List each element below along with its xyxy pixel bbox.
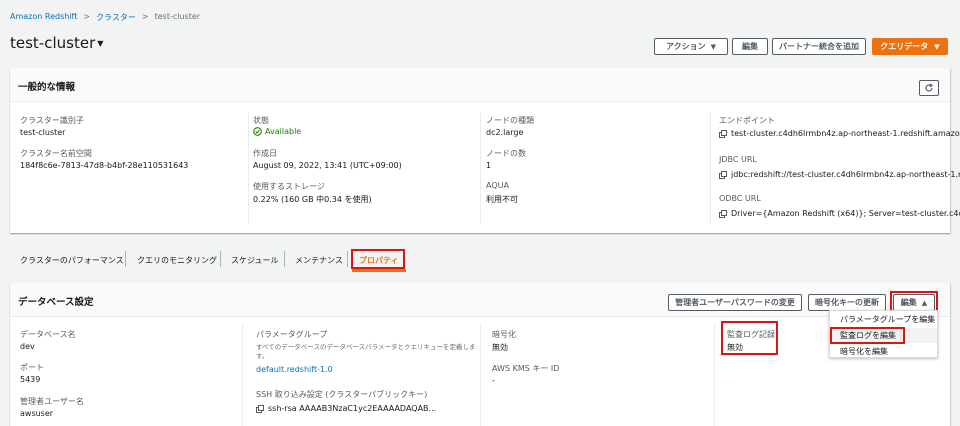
kms-key-value: - [492,376,495,385]
breadcrumb-current: test-cluster [154,12,201,21]
general-info-title: 一般的な情報 [18,82,76,93]
ssh-ingestion-label: SSH 取り込み設定 (クラスターパブリックキー) [256,390,428,399]
node-type-value: dc2.large [486,128,524,137]
breadcrumb-separator: > [141,12,149,21]
tab-cluster-performance[interactable]: クラスターのパフォーマンス [20,255,124,266]
status-value: Available [253,127,301,136]
admin-user-label: 管理者ユーザー名 [20,397,84,406]
encryption-label: 暗号化 [492,330,516,339]
edit-button[interactable]: 編集 [732,38,768,55]
endpoint-label: エンドポイント [719,116,775,125]
highlight-box [830,327,905,344]
refresh-button[interactable] [919,80,939,96]
breadcrumb: Amazon Redshift > クラスター > test-cluster [10,12,200,23]
edit-button-label: 編集 [742,42,758,51]
active-tab-indicator [352,269,406,272]
encryption-value: 無効 [492,343,508,352]
admin-user-value: awsuser [20,409,54,418]
jdbc-text: jdbc:redshift://test-cluster.c4dh6lrmbn4… [731,170,960,179]
caret-down-icon: ▼ [934,42,940,51]
storage-value: 0.22% (160 GB 中0.34 を使用) [253,195,372,204]
aqua-value: 利用不可 [486,195,518,204]
created-label: 作成日 [253,149,277,158]
storage-label: 使用するストレージ [253,182,325,191]
cluster-id-value: test-cluster [20,128,66,137]
ssh-key-value[interactable]: ssh-rsa AAAAB3NzaC1yc2EAAAADAQAB... [256,404,436,413]
caret-down-icon[interactable]: ▼ [97,39,103,48]
status-text: Available [265,127,302,136]
tab-maintenance[interactable]: メンテナンス [295,255,343,266]
change-admin-password-button[interactable]: 管理者ユーザーパスワードの変更 [668,294,802,311]
copy-icon[interactable] [719,209,727,218]
highlight-box [351,249,405,269]
query-data-button-label: クエリデータ [880,42,929,51]
kms-key-label: AWS KMS キー ID [492,364,560,373]
node-count-value: 1 [486,161,492,170]
database-settings-title: データベース設定 [18,297,94,308]
status-label: 状態 [253,116,269,125]
node-count-label: ノードの数 [486,149,526,158]
aqua-label: AQUA [486,181,509,190]
db-name-label: データベース名 [20,330,76,339]
namespace-label: クラスター名前空間 [20,149,92,158]
page-title[interactable]: test-cluster ▼ [10,34,103,52]
add-partner-button[interactable]: パートナー統合を追加 [772,38,866,55]
add-partner-button-label: パートナー統合を追加 [779,42,859,51]
general-info-header: 一般的な情報 [10,68,950,102]
odbc-text: Driver={Amazon Redshift (x64)}; Server=t… [731,209,960,218]
page-title-text: test-cluster [10,34,96,52]
port-label: ポート [20,363,44,372]
parameter-group-description: すべてのデータベースのデータベースパラメータとクエリキューを定義しま [256,343,476,351]
copy-icon[interactable] [719,129,727,138]
rotate-encryption-key-button[interactable]: 暗号化キーの更新 [808,294,886,311]
copy-icon[interactable] [719,170,727,179]
endpoint-value[interactable]: test-cluster.c4dh6lrmbn4z.ap-northeast-1… [719,129,960,138]
node-type-label: ノードの種類 [486,116,534,125]
odbc-value[interactable]: Driver={Amazon Redshift (x64)}; Server=t… [719,209,960,218]
caret-down-icon: ▼ [710,42,716,51]
tab-schedule[interactable]: スケジュール [231,255,278,266]
parameter-group-link[interactable]: default.redshift-1.0 [256,365,333,374]
check-circle-icon [253,127,262,136]
menu-item-edit-encryption[interactable]: 暗号化を編集 [830,344,937,359]
db-name-value: dev [20,342,35,351]
jdbc-value[interactable]: jdbc:redshift://test-cluster.c4dh6lrmbn4… [719,170,960,179]
jdbc-label: JDBC URL [719,155,757,164]
copy-icon[interactable] [256,404,264,413]
parameter-group-label: パラメータグループ [256,330,328,339]
breadcrumb-root[interactable]: Amazon Redshift [10,12,77,23]
parameter-group-description-line2: す。 [256,352,269,360]
menu-item-edit-parameter-group[interactable]: パラメータグループを編集 [830,312,937,327]
tab-query-monitoring[interactable]: クエリのモニタリング [137,255,217,266]
query-data-button[interactable]: クエリデータ ▼ [872,38,948,55]
rotate-encryption-key-label: 暗号化キーの更新 [815,298,879,307]
change-admin-password-label: 管理者ユーザーパスワードの変更 [675,298,795,307]
cluster-id-label: クラスター識別子 [20,116,84,125]
odbc-label: ODBC URL [719,194,761,203]
actions-button[interactable]: アクション ▼ [654,38,728,55]
endpoint-text: test-cluster.c4dh6lrmbn4z.ap-northeast-1… [731,129,960,138]
highlight-box [721,321,778,355]
ssh-key-text: ssh-rsa AAAAB3NzaC1yc2EAAAADAQAB... [268,404,437,413]
created-value: August 09, 2022, 13:41 (UTC+09:00) [253,161,402,170]
actions-button-label: アクション [666,42,706,51]
port-value: 5439 [20,375,41,384]
breadcrumb-separator: > [83,12,91,21]
refresh-icon [925,83,934,92]
namespace-value: 184f8c6e-7813-47d8-b4bf-28e110531643 [20,161,189,170]
breadcrumb-clusters[interactable]: クラスター [96,12,136,23]
